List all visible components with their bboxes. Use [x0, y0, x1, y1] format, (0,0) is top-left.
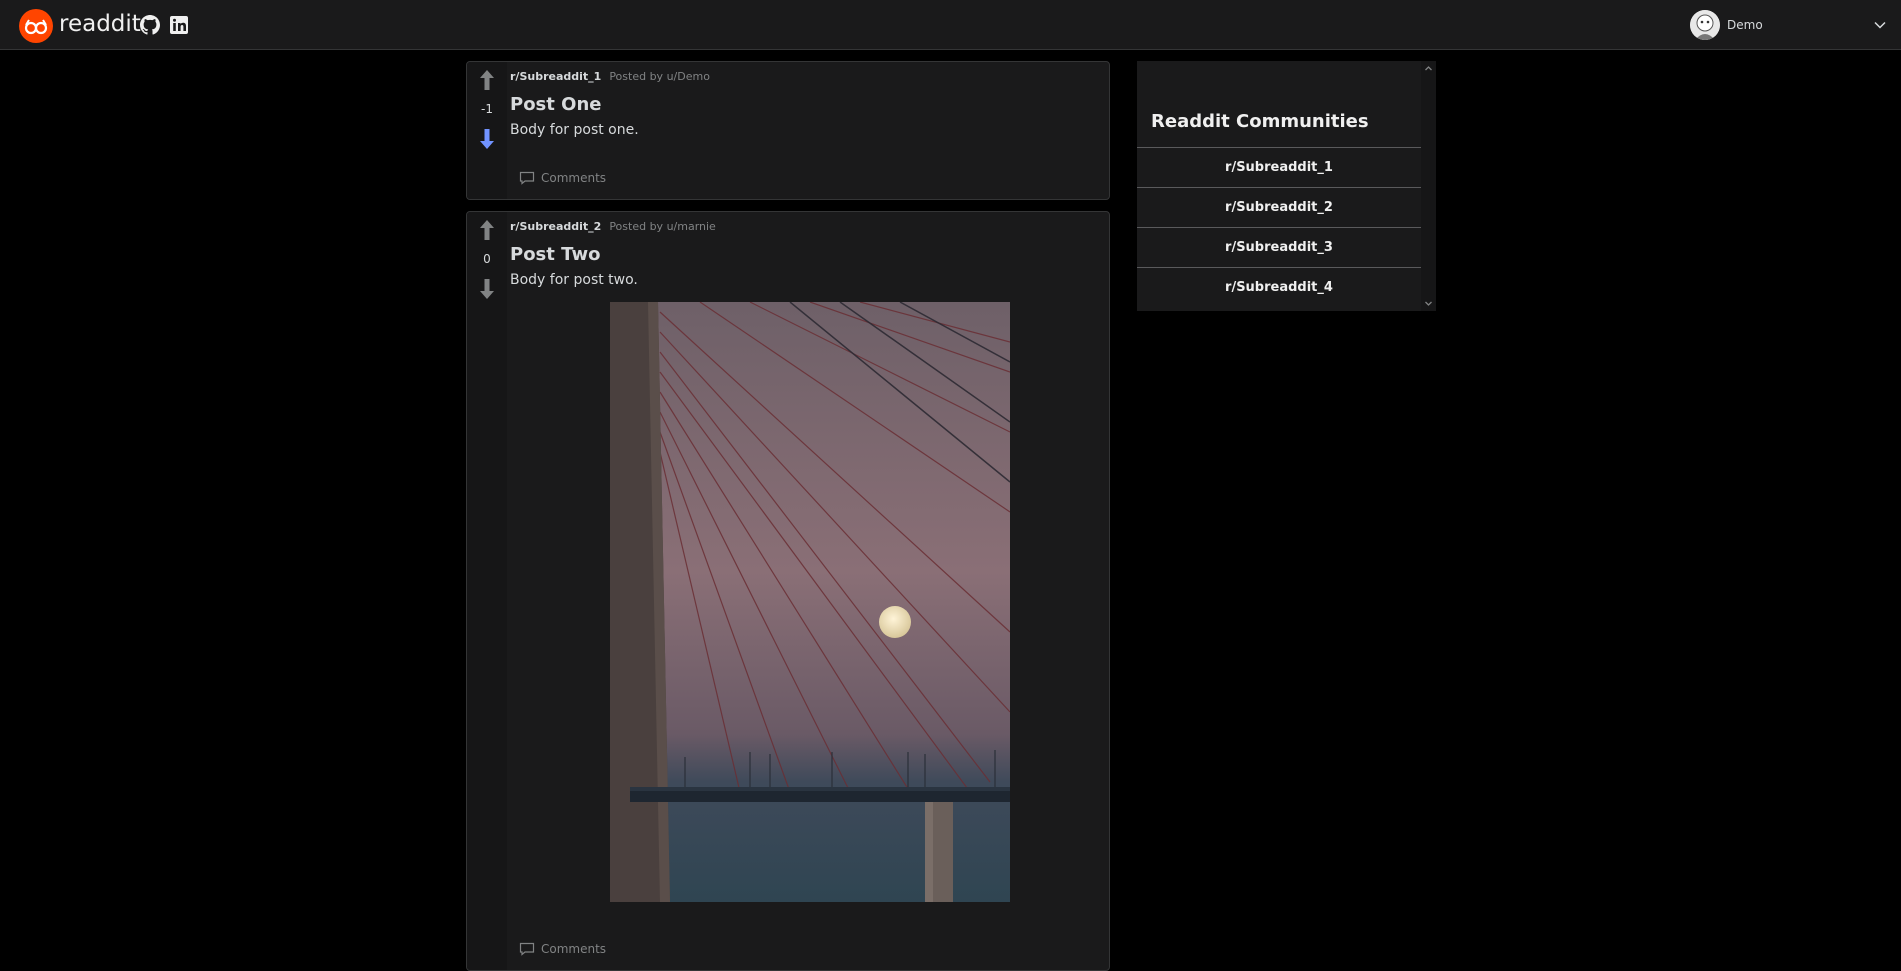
comments-button[interactable]: Comments	[519, 171, 606, 185]
post-body: Body for post one.	[510, 122, 639, 138]
comment-icon	[519, 171, 535, 185]
post-card[interactable]: -1 r/Subreaddit_1 Posted by u/Demo Post O…	[466, 61, 1110, 200]
sidebar-scrollbar[interactable]	[1421, 61, 1436, 311]
communities-sidebar: Readdit Communities r/Subreaddit_1 r/Sub…	[1137, 61, 1436, 311]
user-menu[interactable]: Demo	[1690, 10, 1890, 40]
comments-label: Comments	[541, 171, 607, 185]
comment-icon	[519, 942, 535, 956]
vote-column: -1	[467, 62, 507, 199]
chevron-down-icon[interactable]	[1873, 18, 1887, 32]
post-score: 0	[483, 252, 491, 266]
top-nav-bar: readdit Demo	[0, 0, 1901, 50]
post-title[interactable]: Post One	[510, 94, 601, 115]
subreddit-link[interactable]: r/Subreaddit_1	[510, 70, 601, 83]
posted-by[interactable]: Posted by u/marnie	[609, 220, 716, 233]
post-title[interactable]: Post Two	[510, 244, 600, 265]
comments-button[interactable]: Comments	[519, 942, 606, 956]
linkedin-icon[interactable]	[169, 15, 189, 35]
community-item[interactable]: r/Subreaddit_3	[1137, 227, 1421, 267]
community-item[interactable]: r/Subreaddit_4	[1137, 267, 1421, 307]
logo-text[interactable]: readdit	[59, 11, 141, 37]
community-item[interactable]: r/Subreaddit_2	[1137, 187, 1421, 227]
communities-list: r/Subreaddit_1 r/Subreaddit_2 r/Subreadd…	[1137, 147, 1421, 307]
vote-column: 0	[467, 212, 507, 970]
community-item[interactable]: r/Subreaddit_1	[1137, 147, 1421, 187]
downvote-arrow-icon[interactable]	[479, 128, 495, 150]
upvote-arrow-icon[interactable]	[479, 219, 495, 241]
comments-label: Comments	[541, 942, 607, 956]
readdit-logo-icon[interactable]	[19, 9, 53, 43]
post-meta: r/Subreaddit_2 Posted by u/marnie	[510, 220, 716, 233]
downvote-arrow-icon[interactable]	[479, 278, 495, 300]
github-icon[interactable]	[140, 15, 160, 35]
subreddit-link[interactable]: r/Subreaddit_2	[510, 220, 601, 233]
scroll-up-icon[interactable]	[1424, 64, 1433, 73]
post-card[interactable]: 0 r/Subreaddit_2 Posted by u/marnie Post …	[466, 211, 1110, 971]
sidebar-title: Readdit Communities	[1151, 111, 1369, 132]
post-image[interactable]	[610, 302, 1010, 902]
upvote-arrow-icon[interactable]	[479, 69, 495, 91]
user-avatar[interactable]	[1690, 10, 1720, 40]
post-score: -1	[481, 102, 493, 116]
scroll-down-icon[interactable]	[1424, 299, 1433, 308]
user-name: Demo	[1727, 18, 1763, 32]
post-meta: r/Subreaddit_1 Posted by u/Demo	[510, 70, 710, 83]
post-body: Body for post two.	[510, 272, 638, 288]
posted-by[interactable]: Posted by u/Demo	[609, 70, 710, 83]
